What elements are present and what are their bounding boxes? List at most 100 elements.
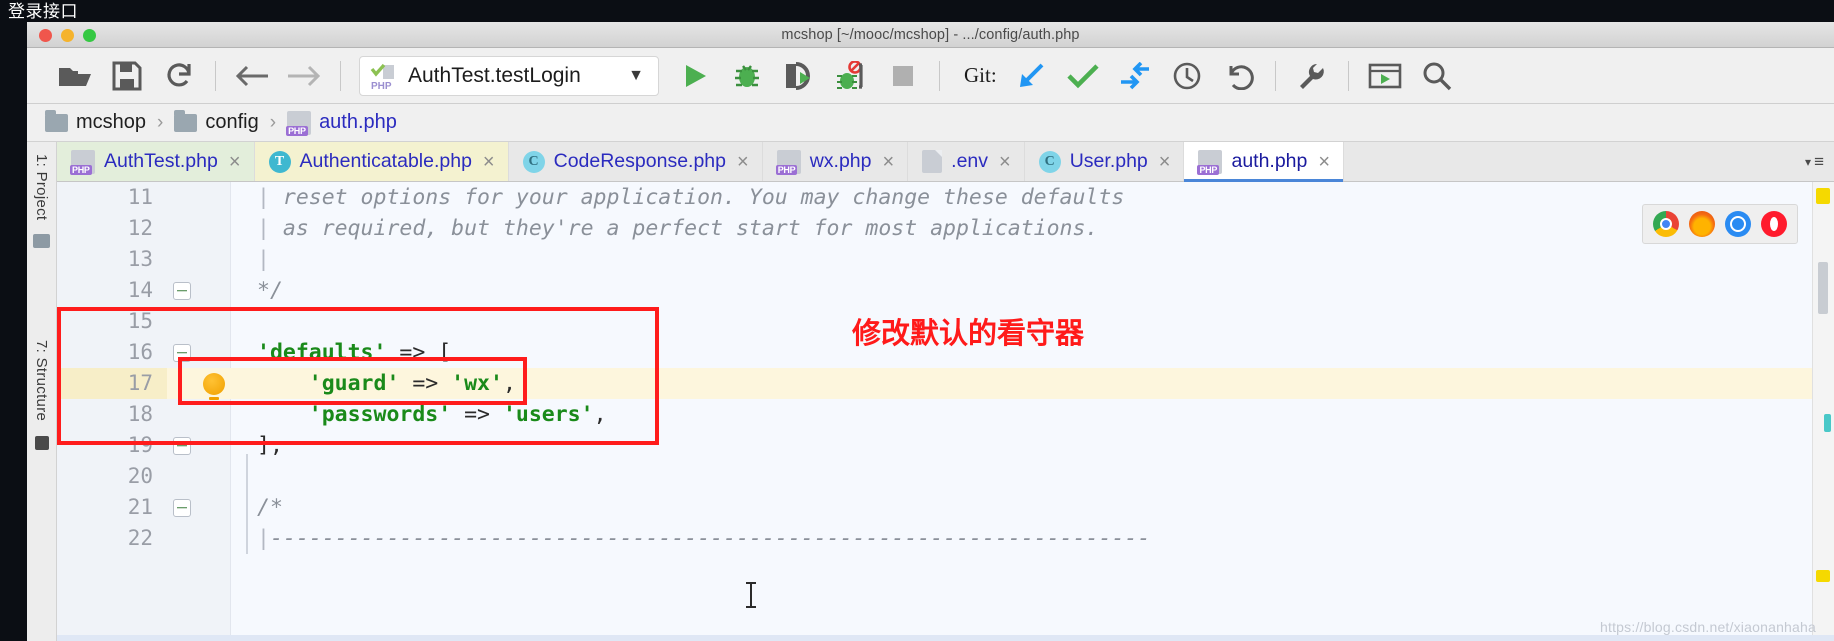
close-icon[interactable]: × bbox=[1159, 152, 1171, 172]
breadcrumb-label: auth.php bbox=[319, 111, 397, 133]
editor-marker-rail[interactable] bbox=[1812, 182, 1834, 641]
tab-env[interactable]: .env × bbox=[908, 142, 1025, 181]
revert-icon[interactable] bbox=[1213, 54, 1265, 98]
code-text: 'passwords' => 'users', bbox=[308, 402, 607, 427]
run-configuration-selector[interactable]: PHP AuthTest.testLogin ▼ bbox=[359, 55, 659, 96]
code-text: 'guard' => 'wx', bbox=[308, 371, 516, 396]
code-line[interactable]: 21 /* bbox=[57, 492, 1834, 523]
breadcrumb-label: config bbox=[205, 111, 259, 133]
fold-slot[interactable] bbox=[167, 498, 197, 517]
tab-authtest-php[interactable]: PHP AuthTest.php × bbox=[57, 142, 255, 181]
fold-slot[interactable] bbox=[167, 436, 197, 455]
open-folder-icon[interactable] bbox=[49, 54, 101, 98]
settings-icon[interactable] bbox=[1286, 54, 1338, 98]
history-icon[interactable] bbox=[1161, 54, 1213, 98]
close-icon[interactable]: × bbox=[882, 152, 894, 172]
minimize-button[interactable] bbox=[61, 29, 74, 42]
class-icon: C bbox=[1038, 150, 1061, 173]
line-number: 19 bbox=[127, 433, 153, 457]
editor-column: PHP AuthTest.php × T Authenticatable.php… bbox=[57, 142, 1834, 641]
tab-auth-php[interactable]: PHP auth.php × bbox=[1184, 142, 1345, 182]
fold-collapse-icon[interactable] bbox=[173, 436, 191, 455]
code-line[interactable]: 12 | as required, but they're a perfect … bbox=[57, 213, 1834, 244]
line-number: 11 bbox=[127, 185, 153, 209]
code-line[interactable]: 11 | reset options for your application.… bbox=[57, 182, 1834, 213]
close-icon[interactable]: × bbox=[737, 152, 749, 172]
code-line[interactable]: 19 ], bbox=[57, 430, 1834, 461]
tab-coderesponse-php[interactable]: C CodeResponse.php × bbox=[508, 142, 763, 181]
breadcrumb-separator: › bbox=[269, 111, 277, 133]
debug-icon[interactable] bbox=[721, 54, 773, 98]
window-title: mcshop [~/mooc/mcshop] - .../config/auth… bbox=[781, 26, 1080, 43]
line-number: 21 bbox=[127, 495, 153, 519]
browser-run-strip bbox=[1642, 204, 1798, 244]
code-text: */ bbox=[257, 278, 283, 303]
git-label: Git: bbox=[964, 63, 997, 87]
menu-icon[interactable]: ≡ bbox=[1814, 152, 1824, 172]
watermark: https://blog.csdn.net/xiaonanhaha bbox=[1600, 619, 1816, 635]
chevron-down-icon[interactable]: ▾ bbox=[1805, 155, 1811, 169]
intention-bulb-icon[interactable] bbox=[197, 372, 231, 400]
close-icon[interactable]: × bbox=[229, 152, 241, 172]
stop-debug-icon[interactable] bbox=[825, 54, 877, 98]
synchronize-icon[interactable] bbox=[153, 54, 205, 98]
run-icon[interactable] bbox=[669, 54, 721, 98]
preview-icon[interactable] bbox=[1359, 54, 1411, 98]
git-update-project-icon[interactable] bbox=[1005, 54, 1057, 98]
warning-marker[interactable] bbox=[1816, 188, 1830, 204]
opera-icon[interactable] bbox=[1761, 211, 1787, 237]
save-all-icon[interactable] bbox=[101, 54, 153, 98]
code-line[interactable]: 13 | bbox=[57, 244, 1834, 275]
breadcrumb-item-config[interactable]: config bbox=[174, 109, 259, 134]
tabs-overflow-menu[interactable]: ▾ ≡ bbox=[1795, 142, 1834, 181]
close-icon[interactable]: × bbox=[999, 152, 1011, 172]
firefox-icon[interactable] bbox=[1689, 211, 1715, 237]
code-line[interactable]: 22 |------------------------------------… bbox=[57, 523, 1834, 554]
safari-icon[interactable] bbox=[1725, 211, 1751, 237]
code-line[interactable]: 20 bbox=[57, 461, 1834, 492]
fold-slot[interactable] bbox=[167, 343, 197, 362]
line-number: 22 bbox=[127, 526, 153, 550]
code-line[interactable]: 14 */ bbox=[57, 275, 1834, 306]
fold-slot[interactable] bbox=[167, 281, 197, 300]
breadcrumb-label: mcshop bbox=[76, 111, 147, 133]
navigate-back-icon[interactable] bbox=[226, 54, 278, 98]
breadcrumb-separator: › bbox=[157, 111, 164, 133]
search-everywhere-icon[interactable] bbox=[1411, 54, 1463, 98]
tab-user-php[interactable]: C User.php × bbox=[1024, 142, 1185, 181]
close-icon[interactable]: × bbox=[1318, 152, 1330, 172]
close-button[interactable] bbox=[39, 29, 52, 42]
code-text: | bbox=[257, 247, 270, 272]
fold-collapse-icon[interactable] bbox=[173, 343, 191, 362]
git-push-icon[interactable] bbox=[1109, 54, 1161, 98]
warning-marker[interactable] bbox=[1816, 570, 1830, 582]
code-line[interactable]: 18 'passwords' => 'users', bbox=[57, 399, 1834, 430]
scrollbar-thumb[interactable] bbox=[1818, 262, 1828, 314]
navigate-forward-icon[interactable] bbox=[278, 54, 330, 98]
tab-wx-php[interactable]: PHP wx.php × bbox=[762, 142, 909, 181]
line-number: 18 bbox=[127, 402, 153, 426]
breadcrumb-item-mcshop[interactable]: mcshop bbox=[45, 109, 147, 134]
chevron-down-icon[interactable]: ▼ bbox=[628, 67, 644, 85]
code-lines: 11 | reset options for your application.… bbox=[57, 182, 1834, 641]
change-marker bbox=[1824, 414, 1831, 432]
sidebar-item-structure[interactable]: 7: Structure bbox=[33, 336, 50, 425]
code-editor[interactable]: 11 | reset options for your application.… bbox=[57, 182, 1834, 641]
breadcrumb-item-auth-php[interactable]: PHP auth.php bbox=[286, 110, 397, 136]
sidebar-item-project[interactable]: 1: Project bbox=[33, 150, 50, 224]
php-file-icon: PHP bbox=[286, 110, 312, 136]
toolbar-divider-3 bbox=[939, 60, 940, 91]
run-with-coverage-icon[interactable] bbox=[773, 54, 825, 98]
fold-collapse-icon[interactable] bbox=[173, 281, 191, 300]
stop-icon[interactable] bbox=[877, 54, 929, 98]
ide-window: mcshop [~/mooc/mcshop] - .../config/auth… bbox=[27, 22, 1834, 641]
tab-authenticatable-php[interactable]: T Authenticatable.php × bbox=[254, 142, 509, 181]
workspace: 1: Project 7: Structure PHP AuthTest.php… bbox=[27, 142, 1834, 641]
git-commit-icon[interactable] bbox=[1057, 54, 1109, 98]
chrome-icon[interactable] bbox=[1653, 211, 1679, 237]
code-text: | reset options for your application. Yo… bbox=[257, 185, 1125, 210]
code-line-current[interactable]: 17 'guard' => 'wx', bbox=[57, 368, 1834, 400]
close-icon[interactable]: × bbox=[483, 152, 495, 172]
fold-collapse-icon[interactable] bbox=[173, 498, 191, 517]
zoom-button[interactable] bbox=[83, 29, 96, 42]
